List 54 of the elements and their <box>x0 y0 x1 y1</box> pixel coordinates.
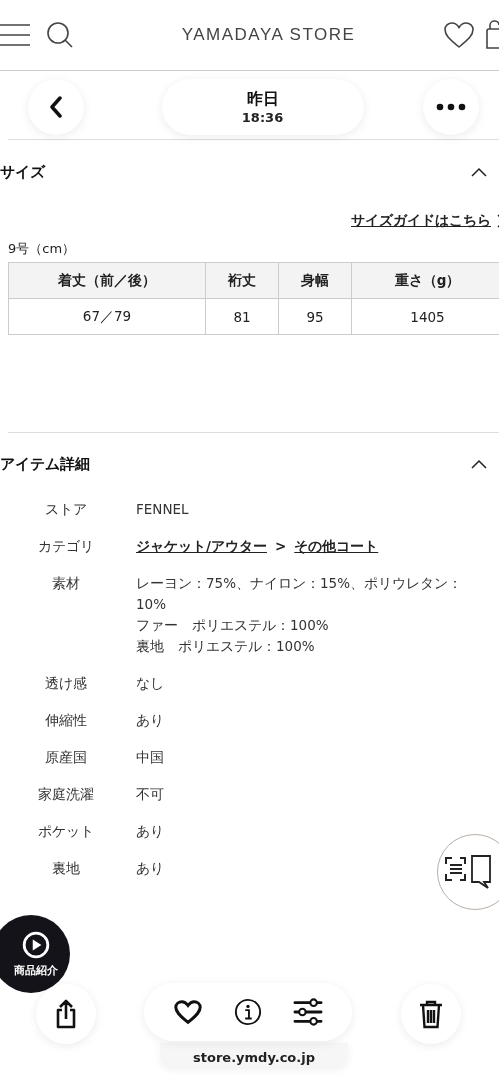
detail-value: なし <box>136 674 165 693</box>
detail-value: 中国 <box>136 748 165 767</box>
more-icon <box>436 103 466 111</box>
size-guide-link[interactable]: サイズガイドはこちら <box>351 212 491 230</box>
date-label: 昨日 <box>246 89 279 110</box>
detail-label: ポケット <box>37 822 95 841</box>
collapse-icon[interactable] <box>471 167 487 177</box>
detail-label: 原産国 <box>44 748 88 767</box>
detail-label: 裏地 <box>51 859 81 878</box>
category-link[interactable]: ジャケット/アウター <box>136 536 267 557</box>
column-header: 身幅 <box>278 262 352 299</box>
text-scan-button[interactable] <box>437 834 499 910</box>
detail-label: 家庭洗濯 <box>37 785 95 804</box>
text-scan-icon <box>442 852 492 892</box>
table-cell: 95 <box>278 298 352 335</box>
collapse-icon[interactable] <box>471 459 487 469</box>
detail-value: ファー ポリエステル：100% <box>136 616 330 635</box>
detail-value: 裏地 ポリエステル：100% <box>136 637 316 656</box>
column-header: 着丈（前／後） <box>8 262 206 299</box>
heart-icon[interactable] <box>443 21 475 49</box>
store-logo[interactable]: YAMADAYA STORE <box>74 25 443 45</box>
section-title: アイテム詳細 <box>0 454 90 474</box>
url-bar[interactable]: store.ymdy.co.jp <box>160 1043 348 1067</box>
detail-value: レーヨン：75%、ナイロン：15%、ポリウレタン：10% <box>136 574 463 614</box>
detail-value: あり <box>136 711 165 730</box>
url-text: store.ymdy.co.jp <box>193 1051 315 1065</box>
detail-label: ストア <box>44 500 88 519</box>
category-link[interactable]: その他コート <box>294 536 379 557</box>
detail-label: 伸縮性 <box>44 711 88 730</box>
detail-label: カテゴリ <box>37 537 95 556</box>
info-icon[interactable] <box>233 998 263 1026</box>
play-icon <box>22 930 50 959</box>
time-label: 18:36 <box>241 110 284 125</box>
table-cell: 67／79 <box>8 298 206 335</box>
search-icon[interactable] <box>46 21 74 49</box>
detail-value: FENNEL <box>136 500 190 519</box>
detail-value: 不可 <box>136 785 165 804</box>
section-title: サイズ <box>0 162 45 182</box>
menu-icon[interactable] <box>0 23 30 47</box>
table-cell: 81 <box>205 298 279 335</box>
detail-label: 素材 <box>51 574 81 593</box>
separator-mark: > <box>274 537 287 556</box>
sliders-icon[interactable] <box>293 998 323 1026</box>
column-header: 裄丈 <box>205 262 279 299</box>
detail-value: あり <box>136 859 165 878</box>
trash-icon <box>418 999 444 1029</box>
bag-icon[interactable] <box>485 20 499 50</box>
column-header: 重さ（g） <box>351 262 499 299</box>
back-icon <box>49 96 63 118</box>
detail-value: あり <box>136 822 165 841</box>
unit-label: 9号（cm） <box>8 240 77 258</box>
detail-label: 透け感 <box>44 674 88 693</box>
video-button[interactable]: 商品紹介 <box>0 915 70 993</box>
heart-icon[interactable] <box>173 998 203 1026</box>
